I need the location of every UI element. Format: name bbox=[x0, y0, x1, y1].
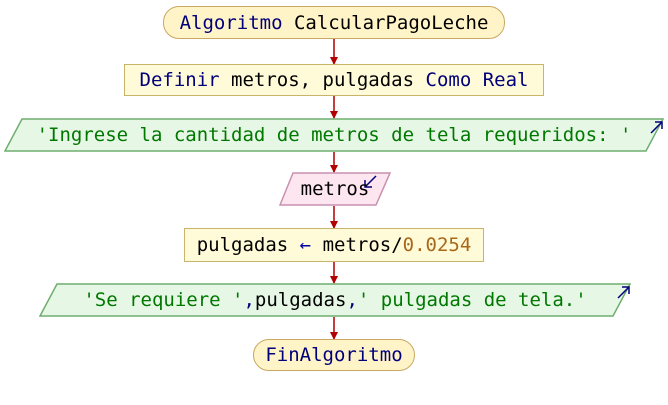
assign-number: 0.0254 bbox=[402, 234, 472, 256]
output2-text-wrap: 'Se requiere ', pulgadas, ' pulgadas de … bbox=[39, 283, 631, 317]
output2-sep2: , bbox=[346, 289, 358, 311]
flowchart-canvas: Algoritmo CalcularPagoLeche Definir metr… bbox=[0, 0, 668, 405]
input-var: metros bbox=[300, 178, 370, 200]
input-parallelogram: metros bbox=[279, 172, 391, 206]
end-terminal: FinAlgoritmo bbox=[253, 339, 415, 371]
output1-text: 'Ingrese la cantidad de metros de tela r… bbox=[36, 124, 632, 146]
output2-str1: 'Se requiere ' bbox=[83, 289, 244, 311]
output2-var: pulgadas bbox=[254, 289, 347, 311]
input-text-wrap: metros bbox=[279, 172, 391, 206]
define-process: Definir metros, pulgadas Como Real bbox=[124, 64, 544, 96]
algorithm-name: CalcularPagoLeche bbox=[293, 11, 489, 34]
como-keyword: Como bbox=[425, 69, 472, 91]
output2-str2: ' pulgadas de tela.' bbox=[357, 289, 587, 311]
output2-sep1: , bbox=[243, 289, 255, 311]
define-vars: metros, pulgadas bbox=[231, 69, 415, 91]
output1-text-wrap: 'Ingrese la cantidad de metros de tela r… bbox=[4, 118, 664, 152]
output-parallelogram-2: 'Se requiere ', pulgadas, ' pulgadas de … bbox=[39, 283, 631, 317]
assign-expr: metros/ bbox=[322, 234, 403, 256]
assign-arrow: ← bbox=[299, 234, 312, 256]
output-parallelogram-1: 'Ingrese la cantidad de metros de tela r… bbox=[4, 118, 664, 152]
start-terminal: Algoritmo CalcularPagoLeche bbox=[163, 6, 505, 39]
definir-keyword: Definir bbox=[139, 69, 220, 91]
finalgoritmo-keyword: FinAlgoritmo bbox=[265, 344, 403, 366]
algoritmo-keyword: Algoritmo bbox=[179, 11, 283, 34]
assign-target: pulgadas bbox=[196, 234, 289, 256]
type-keyword: Real bbox=[482, 69, 529, 91]
assign-process: pulgadas ← metros/0.0254 bbox=[184, 228, 484, 262]
